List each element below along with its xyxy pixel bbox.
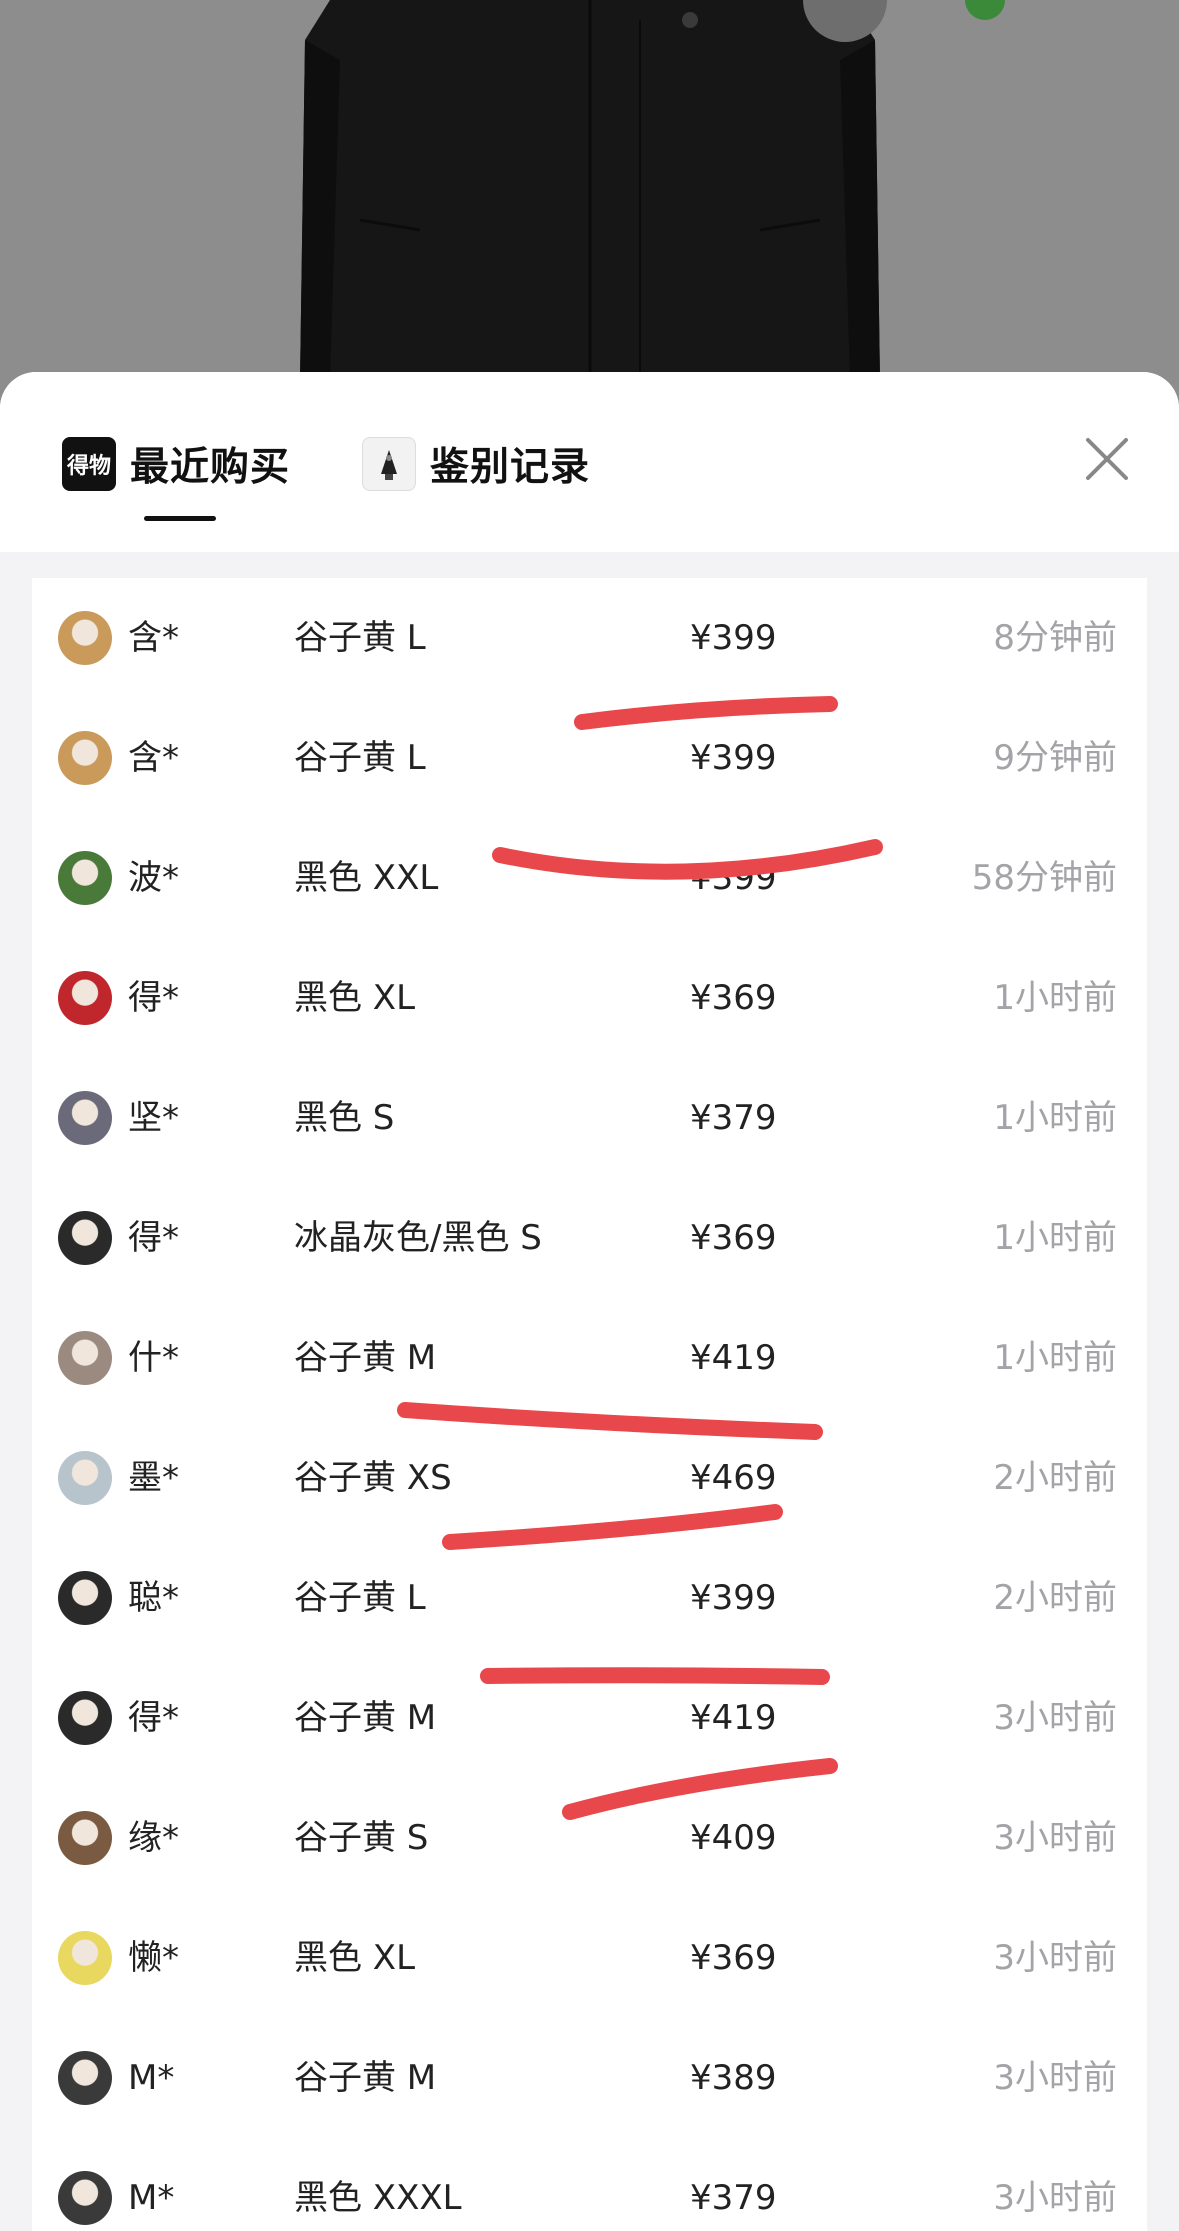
purchase-time: 8分钟前 — [993, 618, 1117, 658]
sheet-header: 得物 最近购买 鉴别记录 — [0, 372, 1179, 552]
purchase-time: 9分钟前 — [993, 738, 1117, 778]
avatar — [58, 2051, 112, 2105]
list-item: 聪* 谷子黄 L ¥399 2小时前 — [32, 1538, 1147, 1658]
buyer-name: 波* — [128, 858, 179, 898]
purchase-time: 58分钟前 — [971, 858, 1117, 898]
buyer-name: 什* — [128, 1338, 179, 1378]
buyer-name: 得* — [128, 1218, 179, 1258]
product-spec: 黑色 XL — [294, 978, 416, 1018]
list-item: 坚* 黑色 S ¥379 1小时前 — [32, 1058, 1147, 1178]
list-item: 得* 谷子黄 M ¥419 3小时前 — [32, 1658, 1147, 1778]
purchase-time: 2小时前 — [993, 1458, 1117, 1498]
list-item: 波* 黑色 XXL ¥399 58分钟前 — [32, 818, 1147, 938]
price: ¥369 — [690, 978, 777, 1018]
buyer-name: M* — [128, 2178, 175, 2218]
purchase-time: 3小时前 — [993, 2178, 1117, 2218]
list-item: 含* 谷子黄 L ¥399 8分钟前 — [32, 578, 1147, 698]
purchase-time: 1小时前 — [993, 1338, 1117, 1378]
buyer-name: 墨* — [128, 1458, 179, 1498]
price: ¥369 — [690, 1218, 777, 1258]
avatar — [58, 1211, 112, 1265]
list-item: M* 黑色 XXXL ¥379 3小时前 — [32, 2138, 1147, 2231]
avatar — [58, 2171, 112, 2225]
price: ¥379 — [690, 1098, 777, 1138]
price: ¥469 — [690, 1458, 777, 1498]
product-spec: 黑色 XXL — [294, 858, 439, 898]
list-item: M* 谷子黄 M ¥389 3小时前 — [32, 2018, 1147, 2138]
avatar — [58, 731, 112, 785]
avatar — [58, 971, 112, 1025]
product-spec: 谷子黄 XS — [294, 1458, 452, 1498]
avatar — [58, 1091, 112, 1145]
recent-purchases-sheet: 得物 最近购买 鉴别记录 含* 谷子黄 L ¥399 8分钟前 含* 谷子黄 L ¥399 9… — [0, 372, 1179, 2231]
list-item: 得* 冰晶灰色/黑色 S ¥369 1小时前 — [32, 1178, 1147, 1298]
tab-label: 最近购买 — [130, 445, 291, 490]
avatar — [58, 1931, 112, 1985]
price: ¥399 — [690, 738, 777, 778]
buyer-name: M* — [128, 2058, 175, 2098]
dewu-logo-icon: 得物 — [62, 437, 116, 491]
product-spec: 谷子黄 M — [294, 1338, 437, 1378]
product-spec: 黑色 XXXL — [294, 2178, 462, 2218]
price: ¥389 — [690, 2058, 777, 2098]
tab-appraisal-records[interactable]: 鉴别记录 — [362, 434, 590, 494]
buyer-name: 得* — [128, 978, 179, 1018]
tab-recent-purchases[interactable]: 得物 最近购买 — [62, 434, 290, 494]
product-image — [0, 0, 1179, 420]
product-spec: 冰晶灰色/黑色 S — [294, 1218, 542, 1258]
buyer-name: 懒* — [128, 1938, 179, 1978]
buyer-name: 含* — [128, 738, 179, 778]
avatar — [58, 1811, 112, 1865]
purchase-time: 2小时前 — [993, 1578, 1117, 1618]
product-spec: 谷子黄 M — [294, 2058, 437, 2098]
buyer-name: 得* — [128, 1698, 179, 1738]
avatar — [58, 1451, 112, 1505]
product-spec: 谷子黄 L — [294, 618, 426, 658]
purchase-list: 含* 谷子黄 L ¥399 8分钟前 含* 谷子黄 L ¥399 9分钟前 波* 黑色 XXL ¥3… — [32, 578, 1147, 2231]
avatar — [58, 611, 112, 665]
avatar — [58, 1691, 112, 1745]
purchase-time: 1小时前 — [993, 1218, 1117, 1258]
price: ¥399 — [690, 858, 777, 898]
price: ¥399 — [690, 1578, 777, 1618]
product-spec: 黑色 XL — [294, 1938, 416, 1978]
product-spec: 谷子黄 L — [294, 738, 426, 778]
purchase-time: 3小时前 — [993, 2058, 1117, 2098]
list-item: 墨* 谷子黄 XS ¥469 2小时前 — [32, 1418, 1147, 1538]
purchase-time: 3小时前 — [993, 1698, 1117, 1738]
price: ¥369 — [690, 1938, 777, 1978]
product-spec: 谷子黄 M — [294, 1698, 437, 1738]
product-spec: 谷子黄 S — [294, 1818, 429, 1858]
tab-label: 鉴别记录 — [430, 445, 591, 490]
purchase-time: 3小时前 — [993, 1818, 1117, 1858]
close-icon[interactable] — [1082, 434, 1132, 484]
avatar — [58, 1331, 112, 1385]
purchase-time: 3小时前 — [993, 1938, 1117, 1978]
list-item: 含* 谷子黄 L ¥399 9分钟前 — [32, 698, 1147, 818]
avatar — [58, 1571, 112, 1625]
list-item: 缘* 谷子黄 S ¥409 3小时前 — [32, 1778, 1147, 1898]
buyer-name: 聪* — [128, 1578, 179, 1618]
purchase-time: 1小时前 — [993, 978, 1117, 1018]
list-item: 得* 黑色 XL ¥369 1小时前 — [32, 938, 1147, 1058]
active-tab-indicator — [144, 516, 216, 521]
list-item: 什* 谷子黄 M ¥419 1小时前 — [32, 1298, 1147, 1418]
price: ¥409 — [690, 1818, 777, 1858]
product-spec: 谷子黄 L — [294, 1578, 426, 1618]
appraisal-icon — [362, 437, 416, 491]
buyer-name: 缘* — [128, 1818, 179, 1858]
price: ¥419 — [690, 1338, 777, 1378]
price: ¥399 — [690, 618, 777, 658]
buyer-name: 坚* — [128, 1098, 179, 1138]
price: ¥419 — [690, 1698, 777, 1738]
purchase-time: 1小时前 — [993, 1098, 1117, 1138]
avatar — [58, 851, 112, 905]
price: ¥379 — [690, 2178, 777, 2218]
list-item: 懒* 黑色 XL ¥369 3小时前 — [32, 1898, 1147, 2018]
buyer-name: 含* — [128, 618, 179, 658]
product-spec: 黑色 S — [294, 1098, 395, 1138]
